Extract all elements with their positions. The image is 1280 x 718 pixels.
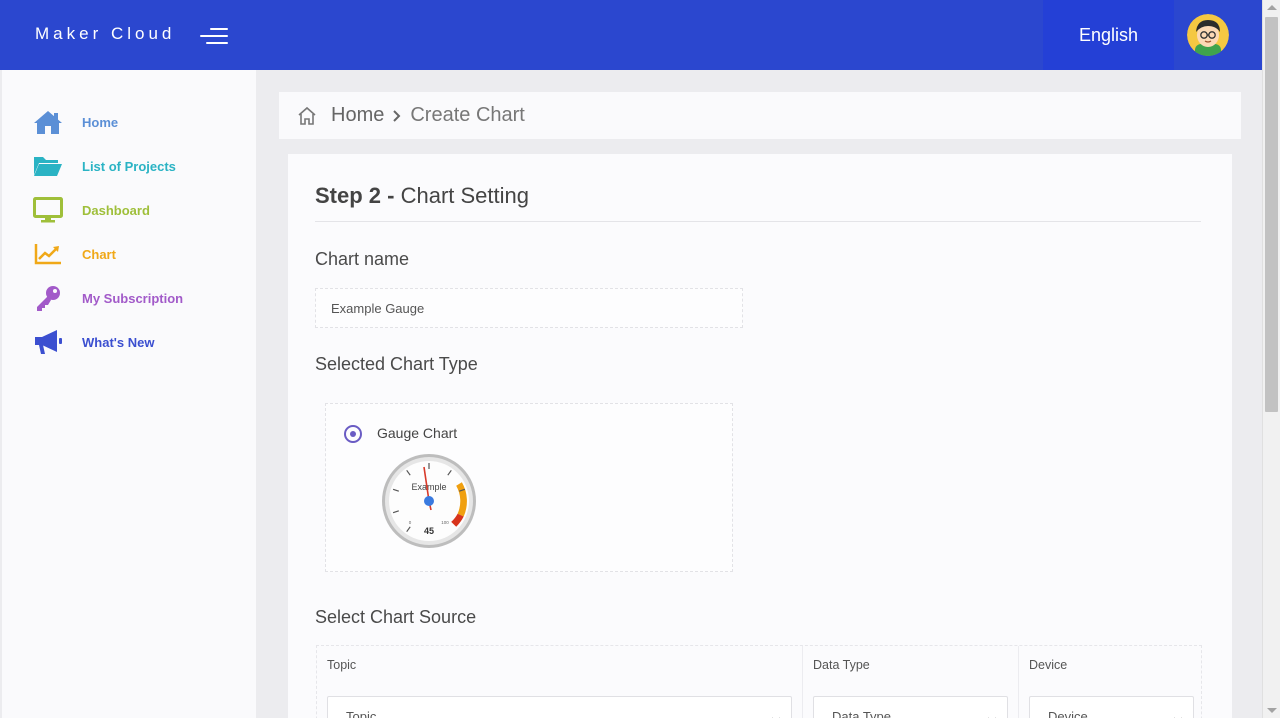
- sidebar-item-label: Dashboard: [82, 202, 150, 218]
- step-number: Step 2 -: [315, 183, 395, 208]
- breadcrumb-current: Create Chart: [410, 104, 525, 126]
- device-column-header: Device: [1029, 658, 1068, 672]
- home-icon: [32, 108, 64, 136]
- gauge-preview-max: 100: [441, 520, 449, 525]
- sidebar-item-label: What's New: [82, 334, 155, 350]
- sidebar-item-label: Chart: [82, 246, 116, 262]
- column-divider: [802, 646, 803, 718]
- home-outline-icon[interactable]: [297, 106, 317, 126]
- page-title: Step 2 - Chart Setting: [315, 183, 529, 209]
- gauge-preview-title: Example: [411, 482, 446, 492]
- sidebar-item-projects[interactable]: List of Projects: [32, 151, 176, 181]
- device-select[interactable]: Device: [1029, 696, 1194, 718]
- menu-toggle-icon[interactable]: [200, 26, 228, 46]
- scroll-down-icon[interactable]: [1267, 708, 1277, 713]
- sidebar: Home List of Projects Dashboard Chart My…: [2, 70, 256, 718]
- topic-select-value: Topic: [346, 709, 377, 718]
- sidebar-item-home[interactable]: Home: [32, 107, 118, 137]
- gauge-chart-label: Gauge Chart: [377, 425, 458, 441]
- folder-open-icon: [32, 152, 64, 180]
- language-selector[interactable]: English: [1043, 0, 1174, 70]
- breadcrumb-home-link[interactable]: Home: [331, 104, 384, 127]
- line-chart-icon: [32, 240, 64, 268]
- step-title: Chart Setting: [400, 183, 529, 208]
- chart-setting-card: Step 2 - Chart Setting Chart name Select…: [288, 154, 1232, 718]
- data-type-select[interactable]: Data Type: [813, 696, 1008, 718]
- data-type-select-value: Data Type: [832, 709, 892, 718]
- chart-source-label: Select Chart Source: [315, 607, 477, 627]
- brand-logo-text[interactable]: Maker Cloud: [35, 24, 175, 44]
- sidebar-item-chart[interactable]: Chart: [32, 239, 116, 269]
- chart-source-table: Topic Data Type Device Topic Data Type D…: [316, 645, 1202, 718]
- chevron-down-icon: [987, 711, 997, 718]
- divider: [315, 221, 1201, 222]
- chart-type-label: Selected Chart Type: [315, 354, 478, 374]
- topic-column-header: Topic: [327, 658, 357, 672]
- gauge-preview-image: Example 0 100 45: [381, 453, 477, 549]
- scroll-up-icon[interactable]: [1267, 5, 1277, 10]
- topic-select[interactable]: Topic: [327, 696, 792, 718]
- chevron-right-icon: [392, 109, 402, 123]
- device-select-value: Device: [1048, 709, 1088, 718]
- column-divider: [1018, 646, 1019, 718]
- monitor-icon: [32, 196, 64, 224]
- breadcrumb: Home Create Chart: [279, 92, 1241, 139]
- chevron-down-icon: [1173, 711, 1183, 718]
- sidebar-item-label: List of Projects: [82, 158, 176, 174]
- sidebar-item-subscription[interactable]: My Subscription: [32, 283, 183, 313]
- sidebar-item-label: My Subscription: [82, 290, 184, 306]
- page-scrollbar[interactable]: [1262, 0, 1280, 718]
- megaphone-icon: [32, 328, 64, 356]
- gauge-preview-value: 45: [424, 526, 434, 536]
- chart-name-label: Chart name: [315, 249, 410, 269]
- key-icon: [32, 284, 64, 312]
- sidebar-item-dashboard[interactable]: Dashboard: [32, 195, 150, 225]
- user-avatar[interactable]: [1187, 14, 1229, 56]
- sidebar-item-whats-new[interactable]: What's New: [32, 327, 154, 357]
- top-header: Maker Cloud English: [0, 0, 1262, 70]
- data-type-column-header: Data Type: [813, 658, 870, 672]
- sidebar-item-label: Home: [82, 114, 119, 130]
- chart-name-input[interactable]: [315, 288, 743, 328]
- gauge-chart-radio[interactable]: [344, 425, 362, 443]
- scrollbar-thumb[interactable]: [1265, 17, 1278, 412]
- chevron-down-icon: [771, 711, 781, 718]
- chart-type-option-card[interactable]: Gauge Chart Example 0 100 45: [325, 403, 733, 572]
